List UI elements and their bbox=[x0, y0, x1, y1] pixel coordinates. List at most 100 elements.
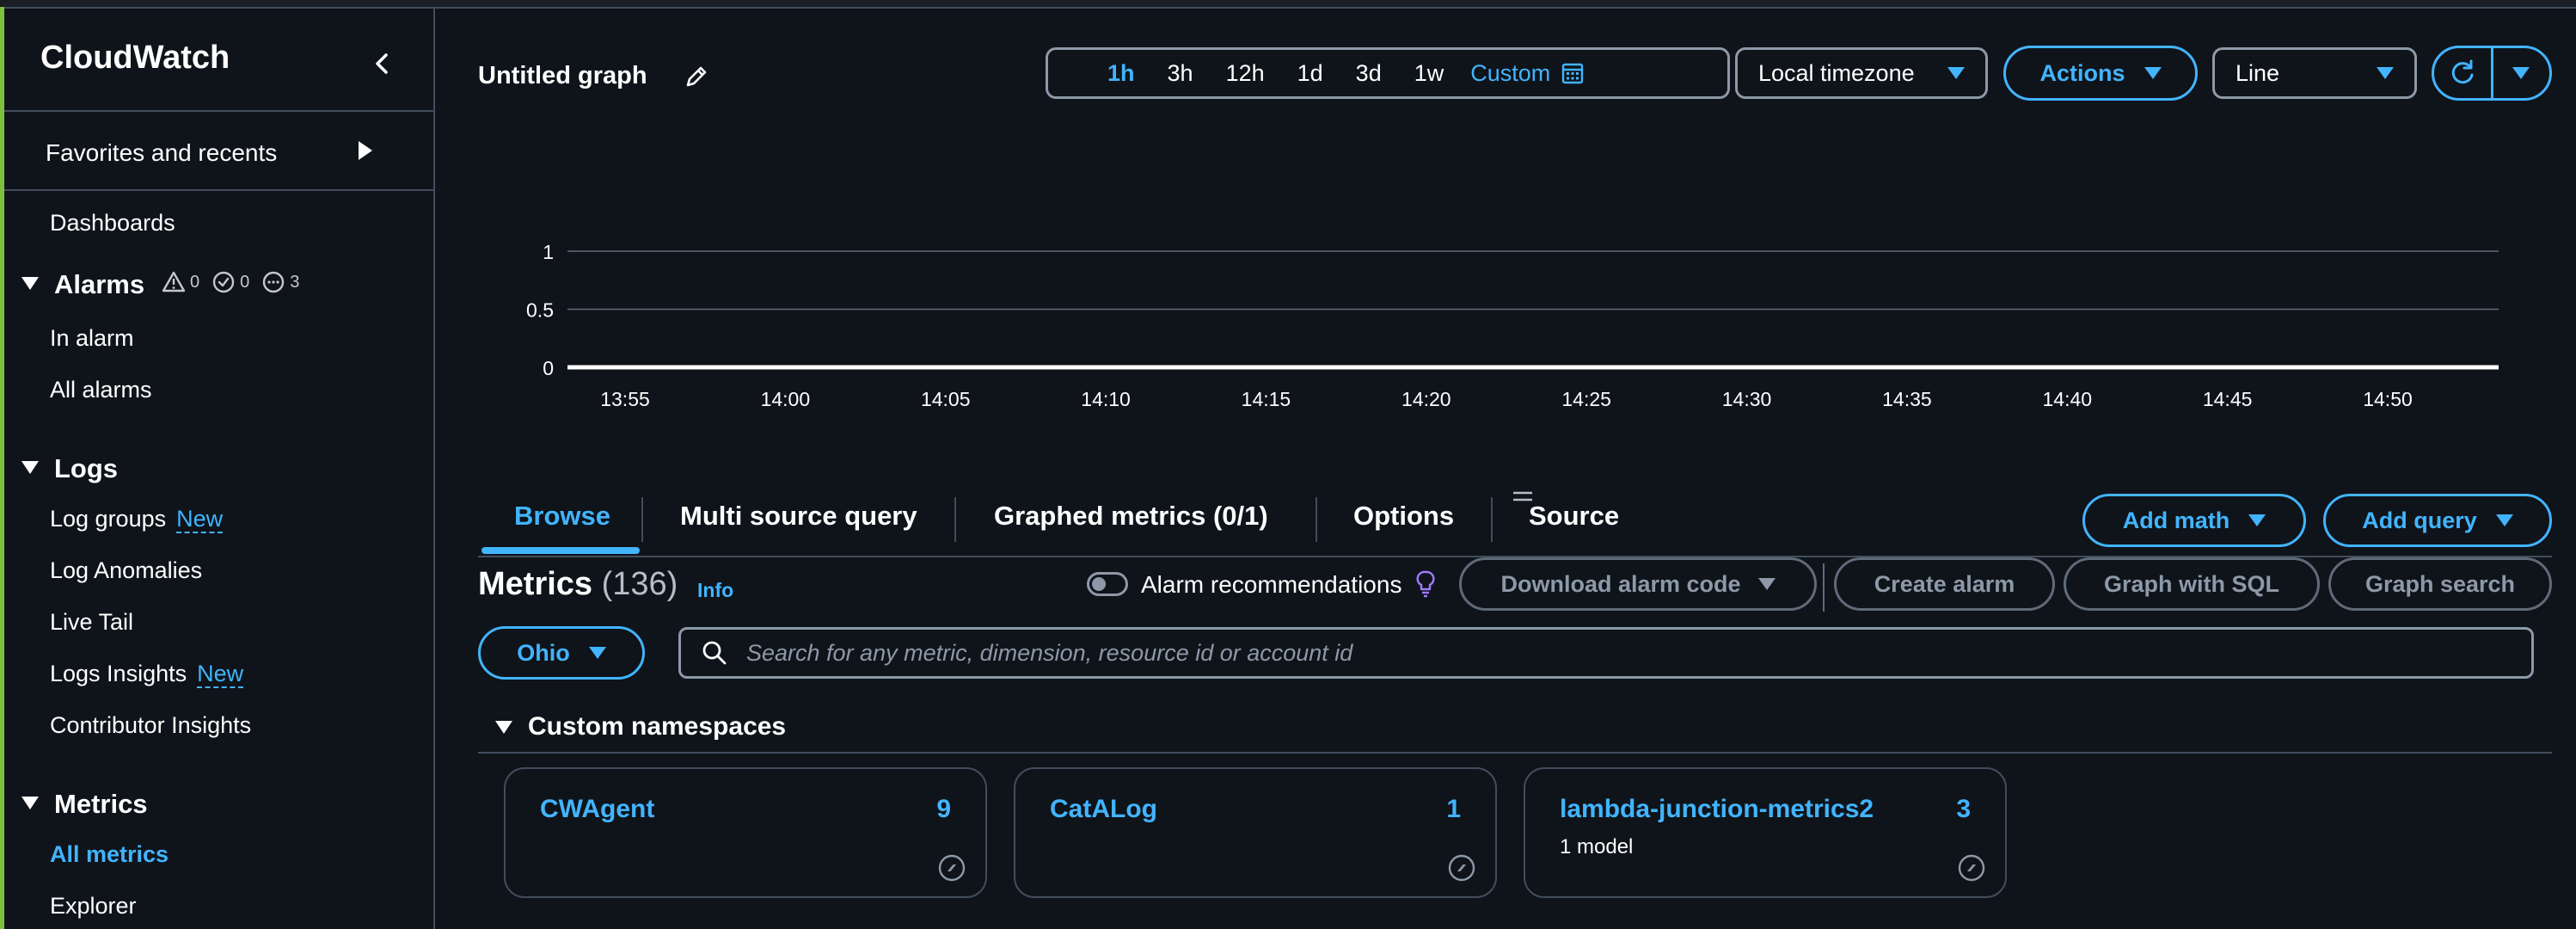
sidebar-item-all-metrics[interactable]: All metrics bbox=[50, 841, 169, 868]
alarm-status-counts: 0 0 3 bbox=[162, 270, 304, 294]
graph-with-sql-button[interactable]: Graph with SQL bbox=[2064, 557, 2320, 611]
refresh-options-button[interactable] bbox=[2490, 48, 2550, 98]
new-badge[interactable]: New bbox=[176, 506, 224, 533]
tab-browse[interactable]: Browse bbox=[514, 501, 610, 532]
download-alarm-code-label: Download alarm code bbox=[1500, 570, 1741, 597]
sidebar-item-live-tail[interactable]: Live Tail bbox=[50, 609, 133, 636]
log-groups-label: Log groups bbox=[50, 506, 167, 532]
time-range-1d[interactable]: 1d bbox=[1281, 60, 1340, 87]
chevron-left-icon[interactable] bbox=[365, 46, 400, 81]
caret-down-icon bbox=[2377, 67, 2394, 79]
sidebar: CloudWatch Favorites and recents Dashboa… bbox=[4, 9, 435, 929]
sidebar-section-logs[interactable]: Logs bbox=[21, 453, 118, 484]
sidebar-item-contributor-insights[interactable]: Contributor Insights bbox=[50, 712, 251, 739]
time-range-custom[interactable]: Custom bbox=[1470, 60, 1585, 87]
new-badge[interactable]: New bbox=[197, 661, 244, 688]
calendar-icon bbox=[1562, 63, 1584, 84]
create-alarm-button[interactable]: Create alarm bbox=[1834, 557, 2055, 611]
metrics-label: Metrics bbox=[54, 789, 148, 819]
in-alarm-count: 0 bbox=[190, 272, 200, 292]
caret-down-icon bbox=[1947, 67, 1965, 79]
info-link[interactable]: Info bbox=[697, 579, 733, 602]
sidebar-item-log-anomalies[interactable]: Log Anomalies bbox=[50, 557, 202, 584]
region-selector[interactable]: Ohio bbox=[478, 626, 645, 680]
y-tick-label: 1 bbox=[543, 241, 554, 263]
namespace-name[interactable]: lambda-junction-metrics2 bbox=[1560, 795, 1874, 824]
logs-insights-label: Logs Insights bbox=[50, 661, 187, 686]
x-tick-label: 14:35 bbox=[1882, 388, 1932, 410]
namespace-subtext: 1 model bbox=[1560, 835, 1634, 858]
add-query-button[interactable]: Add query bbox=[2323, 494, 2552, 547]
tab-separator bbox=[641, 497, 643, 542]
namespace-card[interactable]: CatALog 1 bbox=[1014, 767, 1497, 898]
sidebar-section-alarms[interactable]: Alarms bbox=[21, 269, 144, 300]
metrics-line-chart: 1 0.5 0 13:55 14:00 14:05 14:10 14:15 14:20 14:25… bbox=[526, 241, 2499, 410]
search-input[interactable] bbox=[745, 638, 2511, 668]
time-range-selector: 1h 3h 12h 1d 3d 1w Custom bbox=[1046, 47, 1730, 99]
compass-icon[interactable] bbox=[1447, 853, 1476, 883]
time-range-1w[interactable]: 1w bbox=[1398, 60, 1461, 87]
button-separator bbox=[1823, 563, 1825, 612]
sidebar-item-dashboards[interactable]: Dashboards bbox=[50, 210, 175, 237]
time-range-1h[interactable]: 1h bbox=[1091, 60, 1151, 87]
graph-search-button[interactable]: Graph search bbox=[2328, 557, 2552, 611]
caret-down-icon bbox=[2512, 67, 2530, 79]
sidebar-item-in-alarm[interactable]: In alarm bbox=[50, 325, 134, 352]
tab-separator bbox=[954, 497, 956, 542]
caret-down-icon bbox=[1757, 578, 1776, 590]
actions-button[interactable]: Actions bbox=[2003, 46, 2198, 101]
tab-multi-source-query[interactable]: Multi source query bbox=[680, 501, 917, 532]
graph-type-dropdown[interactable]: Line bbox=[2212, 47, 2417, 99]
sidebar-item-explorer[interactable]: Explorer bbox=[50, 893, 137, 920]
tab-options[interactable]: Options bbox=[1353, 501, 1454, 532]
caret-down-icon bbox=[2144, 67, 2162, 79]
pencil-icon[interactable] bbox=[682, 62, 711, 91]
y-tick-label: 0 bbox=[543, 357, 554, 379]
timezone-dropdown[interactable]: Local timezone bbox=[1735, 47, 1988, 99]
graph-type-value: Line bbox=[2236, 59, 2280, 86]
refresh-icon bbox=[2451, 59, 2474, 84]
time-range-3h[interactable]: 3h bbox=[1151, 60, 1210, 87]
alarm-recommendations-label: Alarm recommendations bbox=[1141, 571, 1402, 598]
download-alarm-code-button[interactable]: Download alarm code bbox=[1459, 557, 1817, 611]
custom-namespaces-label: Custom namespaces bbox=[528, 712, 787, 741]
add-math-button[interactable]: Add math bbox=[2082, 494, 2306, 547]
favorites-and-recents[interactable]: Favorites and recents bbox=[4, 110, 433, 191]
tab-source[interactable]: Source bbox=[1529, 501, 1619, 532]
namespace-name[interactable]: CWAgent bbox=[540, 795, 654, 824]
caret-right-icon bbox=[359, 141, 372, 160]
lightbulb-icon bbox=[1416, 570, 1435, 598]
custom-namespaces-toggle[interactable]: Custom namespaces bbox=[495, 712, 786, 741]
alarm-recommendations-toggle[interactable] bbox=[1087, 572, 1128, 596]
tab-separator bbox=[1316, 497, 1317, 542]
time-range-12h[interactable]: 12h bbox=[1210, 60, 1281, 87]
search-icon bbox=[702, 641, 727, 665]
sidebar-item-logs-insights[interactable]: Logs Insights New bbox=[50, 661, 244, 688]
drag-handle-icon[interactable] bbox=[1512, 490, 1534, 502]
caret-down-icon bbox=[2248, 514, 2266, 526]
refresh-button[interactable] bbox=[2434, 48, 2491, 98]
x-tick-label: 14:45 bbox=[2203, 388, 2253, 410]
namespace-card[interactable]: lambda-junction-metrics2 3 1 model bbox=[1524, 767, 2007, 898]
ok-count: 0 bbox=[240, 272, 250, 292]
sidebar-section-metrics[interactable]: Metrics bbox=[21, 789, 148, 820]
metrics-title: Metrics bbox=[478, 566, 593, 602]
namespace-card[interactable]: CWAgent 9 bbox=[504, 767, 987, 898]
tab-graphed-metrics[interactable]: Graphed metrics (0/1) bbox=[994, 501, 1268, 532]
sidebar-item-all-alarms[interactable]: All alarms bbox=[50, 377, 152, 403]
time-range-3d[interactable]: 3d bbox=[1340, 60, 1398, 87]
section-divider bbox=[478, 752, 2552, 754]
x-tick-label: 14:00 bbox=[761, 388, 811, 410]
sidebar-item-log-groups[interactable]: Log groups New bbox=[50, 506, 224, 533]
region-value: Ohio bbox=[517, 639, 570, 666]
actions-label: Actions bbox=[2039, 59, 2125, 86]
namespace-name[interactable]: CatALog bbox=[1050, 795, 1157, 824]
namespace-count: 9 bbox=[936, 795, 951, 823]
insufficient-data-icon bbox=[263, 271, 285, 293]
compass-icon[interactable] bbox=[1957, 853, 1986, 883]
sidebar-title: CloudWatch bbox=[40, 40, 230, 76]
check-circle-icon bbox=[212, 271, 235, 293]
compass-icon[interactable] bbox=[937, 853, 966, 883]
insufficient-count: 3 bbox=[290, 272, 300, 292]
logs-label: Logs bbox=[54, 453, 119, 483]
